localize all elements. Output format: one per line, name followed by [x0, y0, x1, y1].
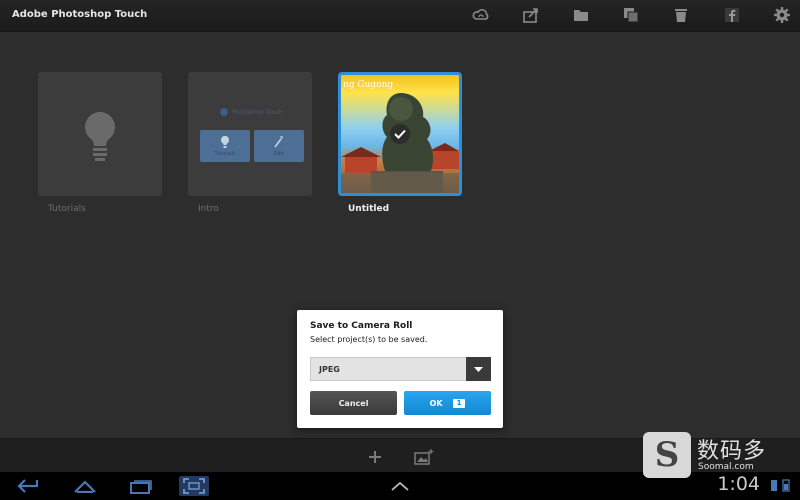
lightbulb-icon	[221, 136, 229, 148]
format-select-value: JPEG	[319, 365, 340, 374]
top-bar: Adobe Photoshop Touch	[0, 0, 800, 32]
lightbulb-icon	[82, 110, 118, 166]
settings-icon[interactable]	[771, 4, 793, 26]
selected-count-badge: 1	[452, 398, 466, 408]
folder-icon[interactable]	[570, 4, 592, 26]
intro-tile-label: Edit	[274, 151, 284, 157]
project-label: Untitled	[348, 204, 390, 214]
cancel-button[interactable]: Cancel	[310, 391, 397, 415]
ok-button[interactable]: OK 1	[404, 391, 491, 415]
watermark: S 数码多 Soomal.com	[643, 432, 788, 480]
project-tutorials[interactable]: Tutorials	[38, 72, 162, 214]
trash-icon[interactable]	[670, 4, 692, 26]
format-select[interactable]: JPEG	[310, 357, 491, 381]
share-icon[interactable]	[520, 4, 542, 26]
project-label: Intro	[198, 204, 219, 214]
checkmark-icon	[390, 124, 410, 144]
photoshop-touch-logo-icon	[220, 108, 228, 116]
home-icon[interactable]	[72, 476, 98, 496]
watermark-text: 数码多	[697, 439, 767, 464]
watermark-logo: S	[643, 432, 691, 478]
intro-header: Photoshop Touch	[220, 108, 283, 116]
app-title: Adobe Photoshop Touch	[12, 9, 148, 20]
dialog-title: Save to Camera Roll	[310, 321, 413, 331]
project-thumbnail[interactable]: Photoshop Touch Tutorials Edit	[188, 72, 312, 196]
recent-apps-icon[interactable]	[128, 476, 154, 496]
project-thumbnail[interactable]	[38, 72, 162, 196]
battery-icon	[782, 479, 790, 492]
add-icon[interactable]	[365, 447, 385, 467]
project-intro[interactable]: Photoshop Touch Tutorials Edit Intro	[188, 72, 312, 214]
ok-button-label: OK	[429, 398, 443, 408]
duplicate-icon[interactable]	[620, 4, 642, 26]
signal-icon	[771, 480, 777, 491]
photo-overlay-text: ng Gugong	[343, 80, 394, 90]
project-label: Tutorials	[48, 204, 86, 214]
project-untitled[interactable]: ng Gugong Untitled	[338, 72, 462, 214]
intro-tutorials-tile: Tutorials	[200, 130, 250, 162]
import-image-icon[interactable]	[414, 447, 434, 467]
intro-tile-label: Tutorials	[214, 151, 236, 157]
creative-cloud-icon[interactable]	[470, 4, 492, 26]
project-thumbnail[interactable]: ng Gugong	[338, 72, 462, 196]
facebook-icon[interactable]	[721, 4, 743, 26]
intro-header-text: Photoshop Touch	[232, 108, 283, 116]
status-icons	[770, 478, 790, 492]
screenshot-icon[interactable]	[179, 476, 209, 496]
project-photo: ng Gugong	[341, 75, 459, 193]
intro-edit-tile: Edit	[254, 130, 304, 162]
watermark-url: Soomal.com	[698, 462, 754, 472]
magic-wand-icon	[274, 136, 283, 148]
expand-icon[interactable]	[390, 476, 410, 496]
save-dialog: Save to Camera Roll Select project(s) to…	[297, 310, 503, 428]
dialog-subtitle: Select project(s) to be saved.	[310, 335, 428, 344]
chevron-down-icon[interactable]	[466, 357, 491, 381]
back-icon[interactable]	[16, 476, 40, 496]
